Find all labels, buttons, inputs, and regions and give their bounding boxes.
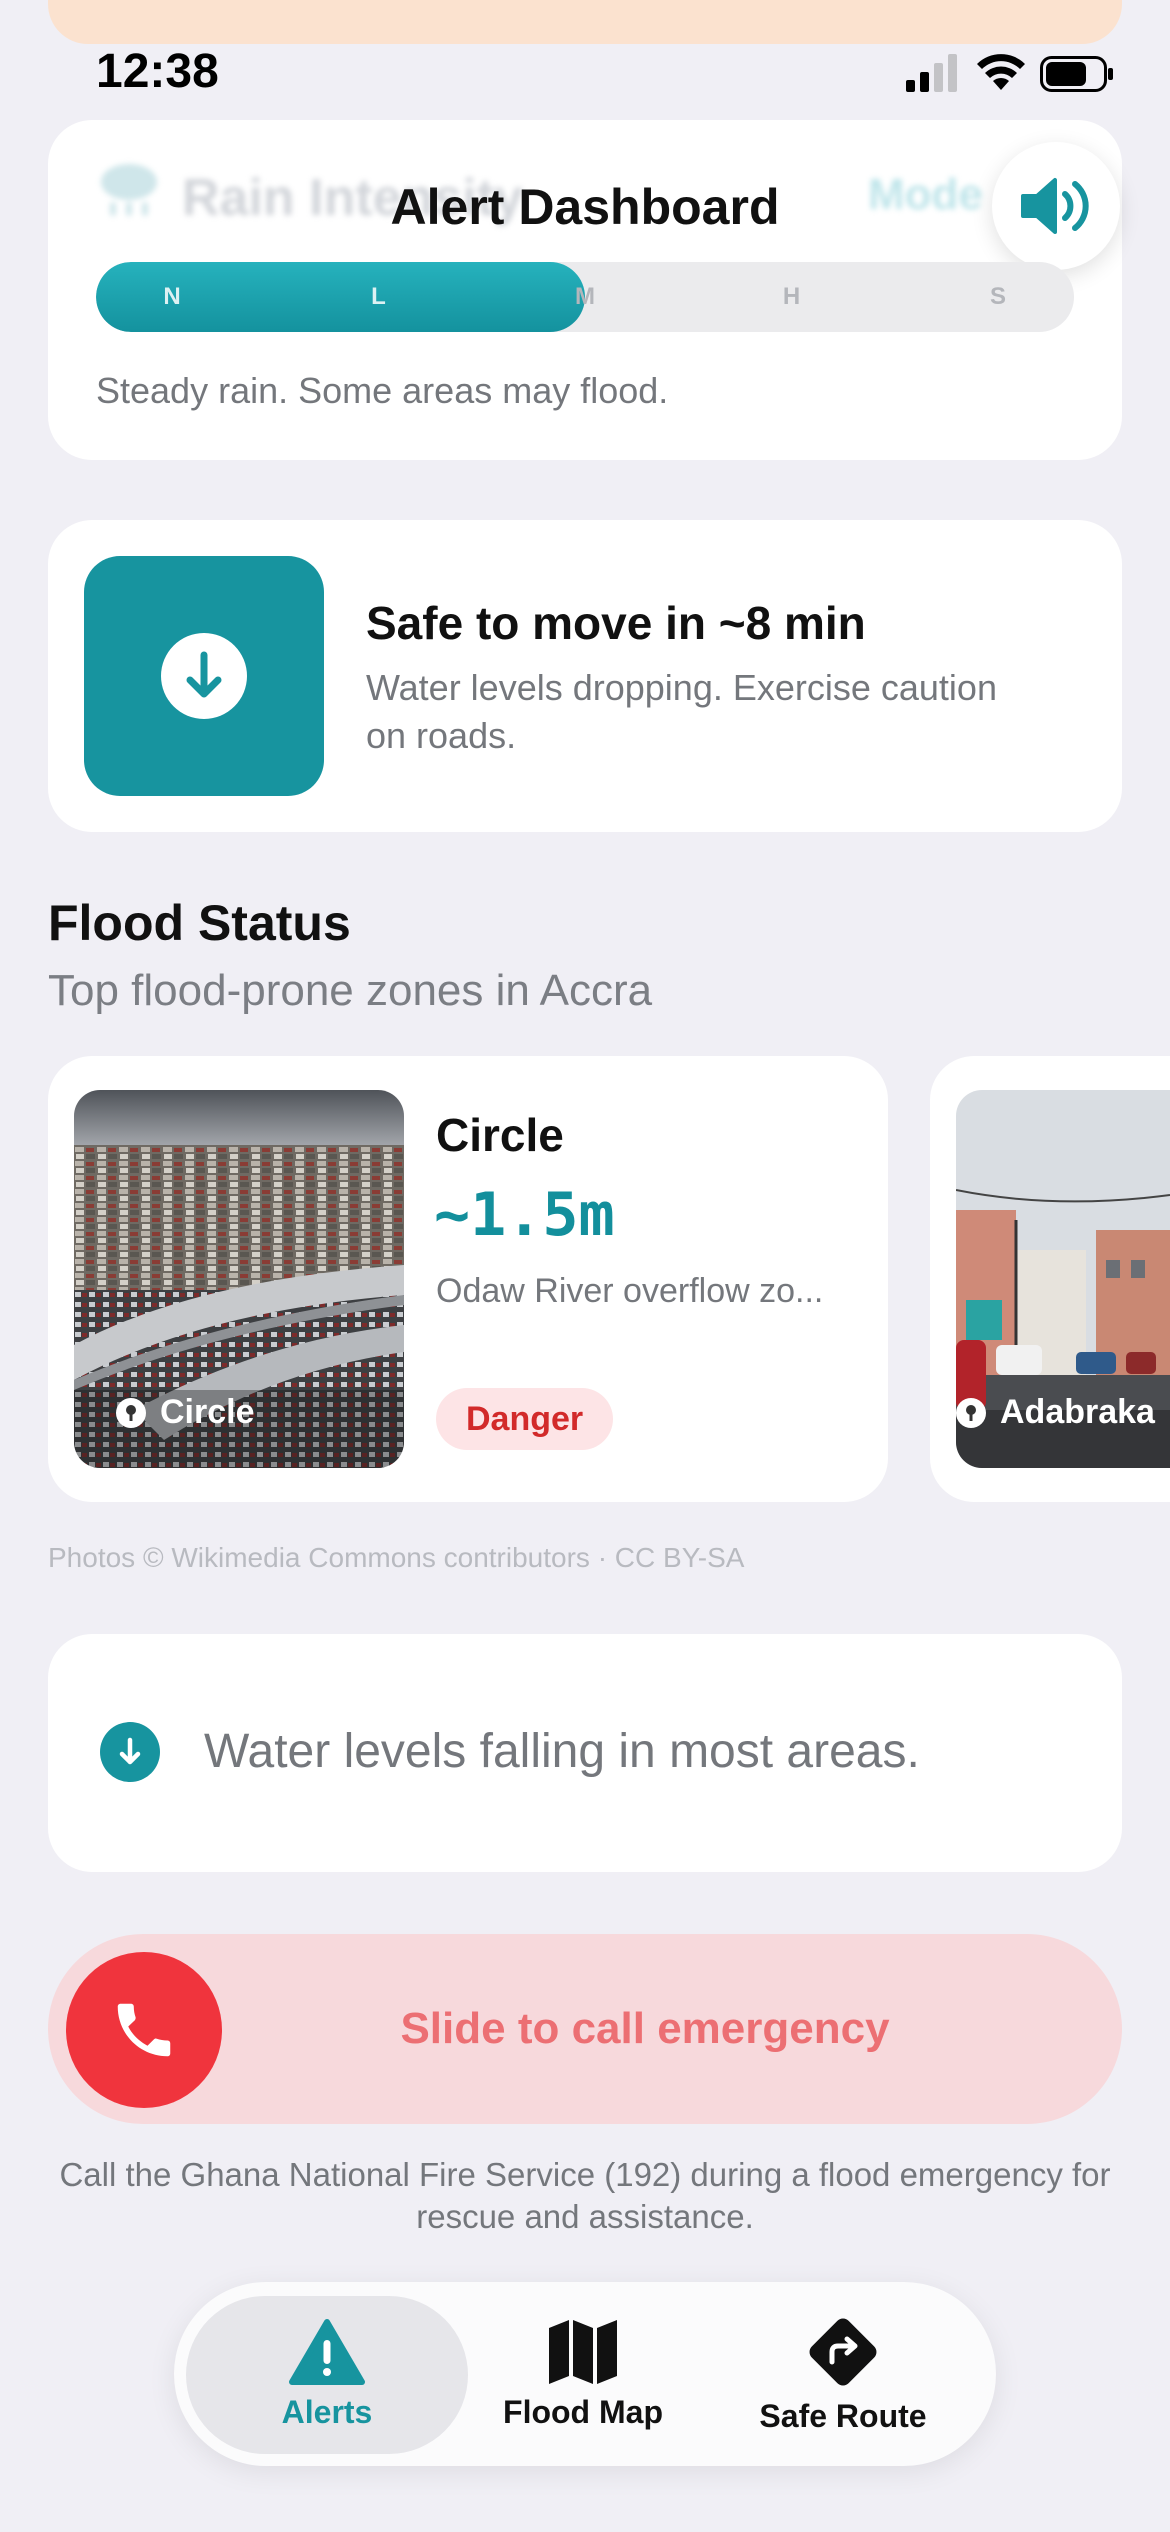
rain-intensity-meter: NLMHS: [96, 262, 1074, 332]
intensity-level-l: L: [371, 283, 386, 310]
emergency-slider-handle[interactable]: [66, 1952, 222, 2108]
intensity-level-h: H: [782, 283, 801, 310]
intensity-level-s: S: [989, 283, 1006, 310]
photo-credit: Photos © Wikimedia Commons contributors …: [48, 1542, 745, 1573]
tab-safe-route-label: Safe Route: [759, 2397, 927, 2434]
warning-triangle-icon: [289, 2318, 365, 2385]
flood-status-subtitle: Top flood-prone zones in Accra: [48, 966, 653, 1015]
top-banner-edge: [48, 0, 1122, 44]
safe-to-move-description: Water levels dropping. Exercise caution …: [366, 667, 997, 756]
tab-flood-map-label: Flood Map: [503, 2393, 663, 2430]
zone-photo-label: Adabraka: [956, 1393, 1155, 1432]
battery-icon: [1040, 56, 1113, 92]
status-bar-time: 12:38: [96, 45, 219, 98]
audio-alert-button[interactable]: [992, 142, 1120, 270]
safe-status-tile: [84, 556, 324, 796]
safe-to-move-title: Safe to move in ~8 min: [366, 597, 866, 649]
location-pin-icon: [956, 1397, 986, 1428]
arrow-down-circle-icon: [161, 633, 247, 719]
zone-name: Circle: [436, 1109, 564, 1161]
water-trend-text: Water levels falling in most areas.: [204, 1725, 920, 1778]
tab-alerts-label: Alerts: [281, 2393, 373, 2430]
phone-icon: [117, 2003, 171, 2057]
rain-description: Steady rain. Some areas may flood.: [96, 370, 669, 411]
zone-photo: Circle: [74, 1090, 404, 1468]
zone-status-badge: Danger: [436, 1388, 614, 1450]
tab-flood-map[interactable]: Flood Map: [470, 2294, 696, 2454]
location-pin-icon: [116, 1397, 146, 1428]
map-icon: [549, 2319, 617, 2384]
wifi-icon: [977, 54, 1025, 90]
tab-alerts[interactable]: Alerts: [186, 2294, 468, 2454]
zone-photo-label: Circle: [116, 1393, 255, 1432]
tab-safe-route[interactable]: Safe Route: [730, 2294, 956, 2454]
zone-photo-label-text: Adabraka: [1000, 1393, 1155, 1431]
intensity-level-m: M: [575, 283, 595, 310]
arrow-down-circle-icon: [100, 1722, 160, 1782]
route-diamond-icon: [809, 2318, 877, 2385]
zone-description: Odaw River overflow zo...: [436, 1272, 824, 1310]
flood-status-heading: Flood Status: [48, 895, 351, 951]
intensity-level-n: N: [163, 283, 181, 310]
zone-water-level: ~1.5m: [434, 1180, 615, 1250]
zone-photo: Adabraka: [956, 1090, 1170, 1468]
speaker-volume-icon: [1021, 178, 1089, 234]
emergency-help-text: Call the Ghana National Fire Service (19…: [59, 2156, 1111, 2235]
cellular-signal-icon: [906, 54, 957, 92]
zone-photo-label-text: Circle: [160, 1393, 255, 1431]
emergency-slider-label: Slide to call emergency: [400, 2004, 890, 2053]
